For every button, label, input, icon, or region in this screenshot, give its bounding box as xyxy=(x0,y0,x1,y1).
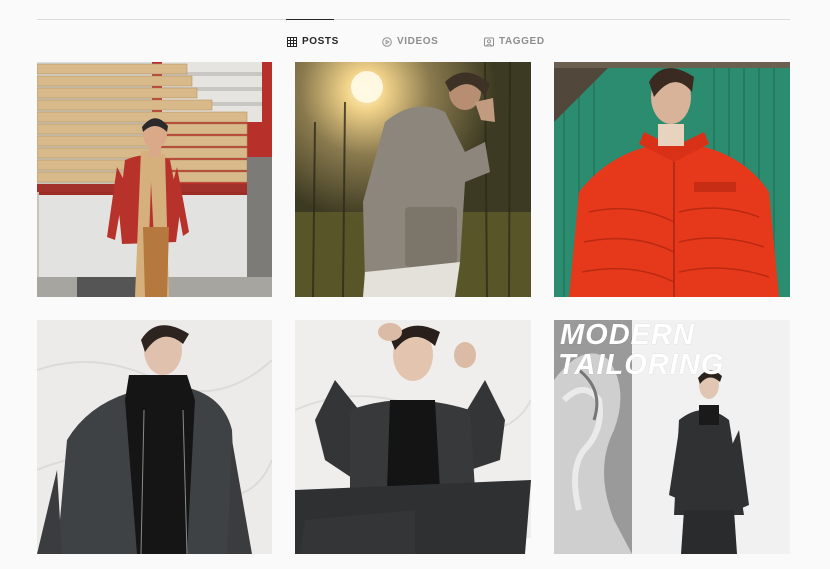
grid-icon xyxy=(287,36,297,47)
post-tile[interactable] xyxy=(37,62,272,297)
profile-divider xyxy=(37,19,790,20)
tab-posts[interactable]: POSTS xyxy=(287,36,339,47)
post-image xyxy=(37,320,272,554)
post-image xyxy=(295,320,531,554)
post-overlay-text: MODERN TAILORING xyxy=(558,320,725,381)
post-image xyxy=(37,62,272,297)
active-tab-indicator xyxy=(286,19,334,20)
post-tile[interactable]: MODERN TAILORING xyxy=(554,320,790,554)
post-tile[interactable] xyxy=(554,62,790,297)
overlay-line-modern: MODERN xyxy=(560,320,695,351)
tab-videos-label: VIDEOS xyxy=(397,36,439,47)
tab-tagged[interactable]: TAGGED xyxy=(484,36,545,47)
tab-posts-label: POSTS xyxy=(302,36,339,47)
post-image xyxy=(554,62,790,297)
tag-portrait-icon xyxy=(484,37,494,47)
overlay-line-tailoring: TAILORING xyxy=(558,349,725,381)
tab-tagged-label: TAGGED xyxy=(499,36,545,47)
play-circle-icon xyxy=(382,36,392,47)
profile-tabs: POSTS VIDEOS TAGGED xyxy=(0,36,830,50)
post-tile[interactable] xyxy=(37,320,272,554)
post-tile[interactable] xyxy=(295,62,531,297)
post-image xyxy=(295,62,531,297)
tab-videos[interactable]: VIDEOS xyxy=(382,36,438,47)
post-tile[interactable] xyxy=(295,320,531,554)
